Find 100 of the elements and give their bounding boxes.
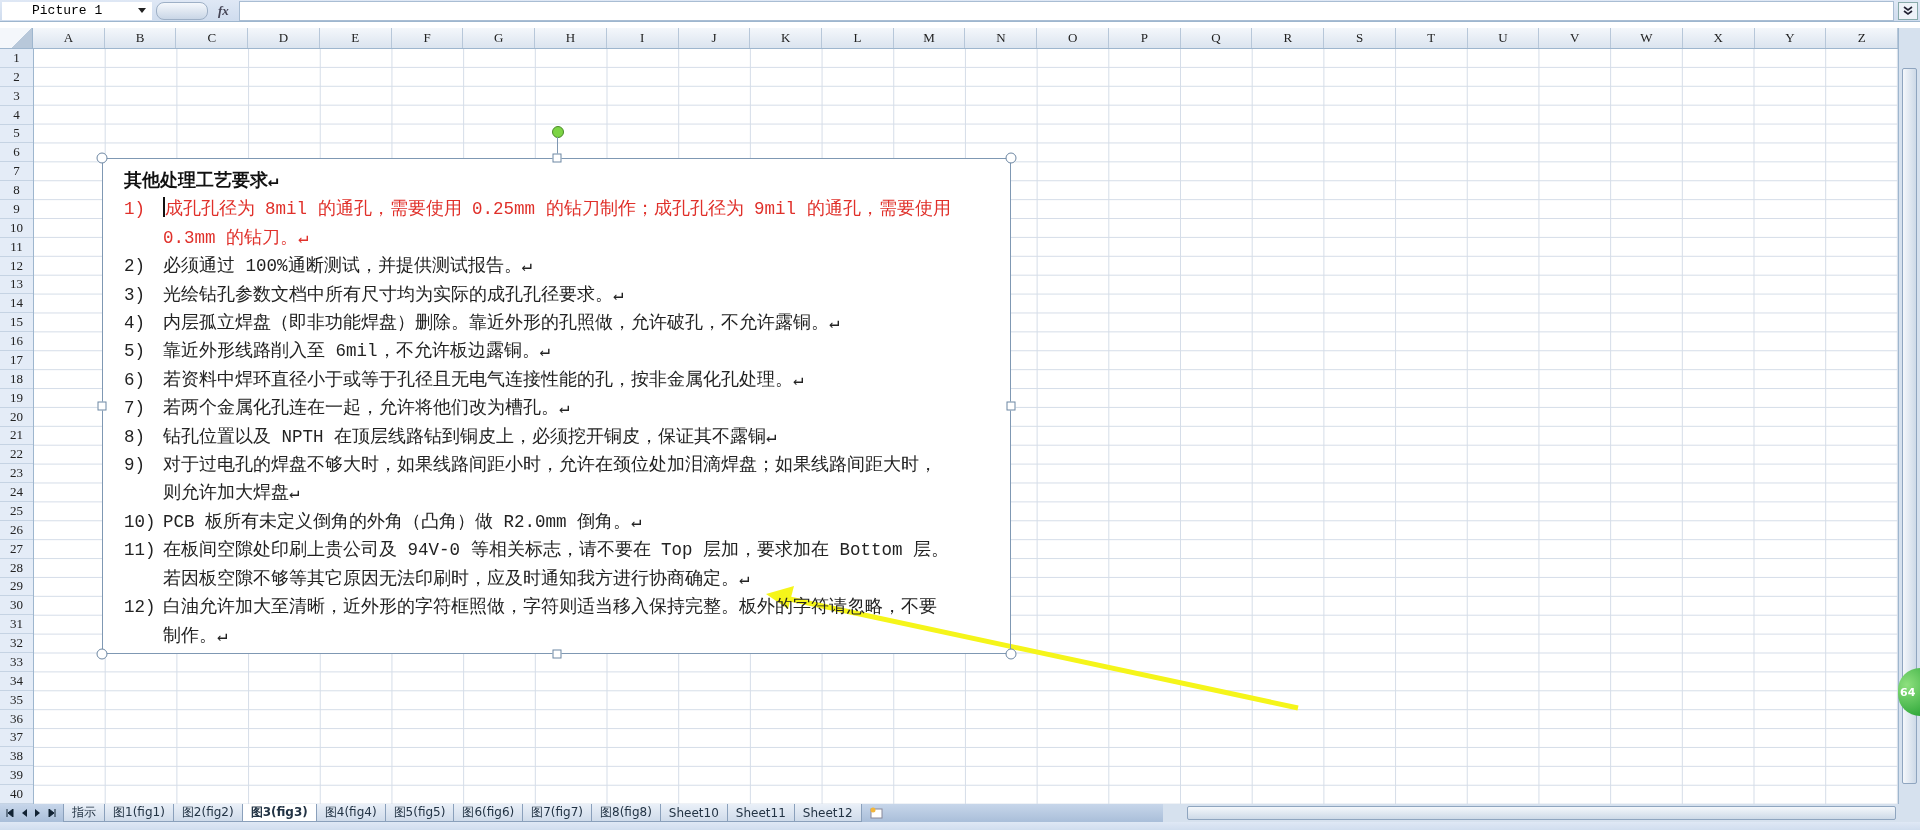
column-header[interactable]: F	[391, 28, 464, 48]
column-header[interactable]: P	[1108, 28, 1181, 48]
row-header[interactable]: 26	[0, 520, 33, 540]
column-header[interactable]: W	[1611, 28, 1683, 48]
row-header[interactable]: 37	[0, 728, 33, 748]
sheet-tab[interactable]: Sheet12	[793, 804, 862, 822]
sheet-tab[interactable]: 图5(fig5)	[384, 804, 455, 822]
row-header[interactable]: 28	[0, 558, 33, 578]
row-header[interactable]: 11	[0, 237, 33, 257]
row-header[interactable]: 12	[0, 256, 33, 276]
column-header[interactable]: O	[1037, 28, 1109, 48]
resize-handle[interactable]	[1006, 401, 1016, 411]
resize-handle[interactable]	[1005, 648, 1017, 660]
row-header[interactable]: 6	[0, 143, 33, 163]
sheet-tab[interactable]: 图2(fig2)	[172, 804, 243, 822]
insert-function-button[interactable]: fx	[212, 2, 235, 19]
row-header[interactable]: 14	[0, 294, 33, 314]
column-header[interactable]: J	[678, 28, 751, 48]
row-header[interactable]: 39	[0, 766, 33, 786]
sheet-tab[interactable]: 图6(fig6)	[453, 804, 524, 822]
row-header[interactable]: 30	[0, 596, 33, 616]
insert-sheet-icon[interactable]	[869, 807, 884, 819]
select-all-corner[interactable]	[0, 28, 33, 48]
column-header[interactable]: N	[965, 28, 1038, 48]
row-header[interactable]: 17	[0, 351, 33, 370]
row-header[interactable]: 24	[0, 483, 33, 502]
row-header[interactable]: 5	[0, 124, 33, 144]
scroll-left-icon[interactable]	[6, 809, 14, 817]
row-header[interactable]: 9	[0, 200, 33, 219]
column-header[interactable]: Q	[1180, 28, 1253, 48]
name-box[interactable]: Picture 1	[2, 1, 152, 20]
resize-handle[interactable]	[97, 401, 107, 411]
row-header[interactable]: 8	[0, 181, 33, 200]
row-header[interactable]: 36	[0, 709, 33, 729]
resize-handle[interactable]	[96, 648, 108, 660]
row-header[interactable]: 7	[0, 162, 33, 182]
row-header[interactable]: 31	[0, 615, 33, 635]
row-header[interactable]: 10	[0, 218, 33, 238]
column-header[interactable]: C	[176, 28, 249, 48]
splitter-handle[interactable]	[156, 1, 208, 20]
scroll-left-icon[interactable]	[20, 809, 28, 817]
row-header[interactable]: 4	[0, 105, 33, 125]
column-header[interactable]: Z	[1826, 28, 1898, 48]
column-header[interactable]: I	[606, 28, 679, 48]
column-header[interactable]: L	[822, 28, 894, 48]
sheet-tab[interactable]: Sheet11	[726, 804, 795, 822]
row-header[interactable]: 34	[0, 671, 33, 691]
row-header[interactable]: 2	[0, 67, 33, 87]
column-header[interactable]: R	[1252, 28, 1325, 48]
row-header[interactable]: 32	[0, 634, 33, 653]
sheet-tab[interactable]: Sheet10	[659, 804, 728, 822]
scrollbar-thumb[interactable]	[1187, 806, 1896, 820]
text-box[interactable]	[102, 158, 1011, 654]
row-header[interactable]: 20	[0, 407, 33, 427]
column-header[interactable]: U	[1467, 28, 1540, 48]
column-header[interactable]: G	[463, 28, 536, 48]
column-header[interactable]: S	[1324, 28, 1396, 48]
formula-field[interactable]	[238, 0, 1894, 21]
column-header[interactable]: Y	[1754, 28, 1827, 48]
row-header[interactable]: 13	[0, 275, 33, 295]
row-header[interactable]: 18	[0, 369, 33, 389]
row-header[interactable]: 23	[0, 464, 33, 484]
sheet-tab[interactable]: 图8(fig8)	[591, 804, 661, 822]
column-header[interactable]: A	[33, 28, 105, 48]
column-header[interactable]: H	[535, 28, 607, 48]
horizontal-scrollbar[interactable]	[1163, 804, 1920, 822]
row-header[interactable]: 35	[0, 690, 33, 710]
scroll-right-icon[interactable]	[48, 809, 56, 817]
column-header[interactable]: M	[893, 28, 966, 48]
row-header[interactable]: 21	[0, 426, 33, 446]
row-header[interactable]: 15	[0, 313, 33, 333]
row-header[interactable]: 25	[0, 502, 33, 521]
vertical-scrollbar[interactable]	[1898, 28, 1920, 804]
column-header[interactable]: K	[750, 28, 823, 48]
scrollbar-thumb[interactable]	[1902, 68, 1917, 784]
row-header[interactable]: 29	[0, 577, 33, 597]
sheet-tab[interactable]: 图3(fig3)	[241, 804, 317, 822]
resize-handle[interactable]	[552, 153, 561, 163]
row-header[interactable]: 1	[0, 49, 33, 68]
row-header[interactable]: 22	[0, 445, 33, 465]
expand-formula-bar-button[interactable]	[1898, 1, 1918, 20]
row-header[interactable]: 19	[0, 388, 33, 408]
resize-handle[interactable]	[552, 649, 561, 659]
row-header[interactable]: 27	[0, 539, 33, 559]
sheet-tab[interactable]: 图1(fig1)	[104, 804, 174, 822]
rotation-handle[interactable]	[552, 126, 564, 138]
sheet-tab[interactable]: 图4(fig4)	[315, 804, 386, 822]
resize-handle[interactable]	[96, 152, 108, 164]
column-header[interactable]: E	[319, 28, 392, 48]
row-header[interactable]: 16	[0, 332, 33, 351]
row-header[interactable]: 38	[0, 747, 33, 767]
scroll-right-icon[interactable]	[34, 809, 42, 817]
row-header[interactable]: 33	[0, 653, 33, 672]
column-header[interactable]: D	[248, 28, 320, 48]
sheet-tab[interactable]: 指示	[63, 804, 105, 822]
column-header[interactable]: V	[1539, 28, 1612, 48]
column-header[interactable]: T	[1395, 28, 1468, 48]
column-header[interactable]: X	[1682, 28, 1755, 48]
sheet-tab[interactable]: 图7(fig7)	[522, 804, 593, 822]
resize-handle[interactable]	[1005, 152, 1017, 164]
